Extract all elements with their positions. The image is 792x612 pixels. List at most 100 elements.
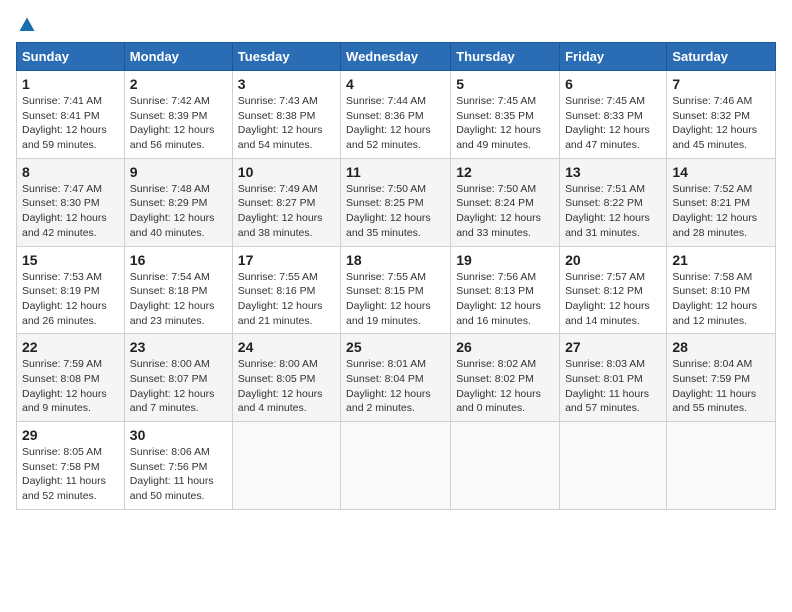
day-info: Sunrise: 7:51 AMSunset: 8:22 PMDaylight:… xyxy=(565,182,661,241)
day-info: Sunrise: 8:04 AMSunset: 7:59 PMDaylight:… xyxy=(672,357,770,416)
day-info: Sunrise: 8:06 AMSunset: 7:56 PMDaylight:… xyxy=(130,445,227,504)
day-info: Sunrise: 7:56 AMSunset: 8:13 PMDaylight:… xyxy=(456,270,554,329)
day-number: 4 xyxy=(346,76,445,92)
calendar-cell: 26Sunrise: 8:02 AMSunset: 8:02 PMDayligh… xyxy=(451,334,560,422)
calendar-cell xyxy=(232,422,340,510)
day-info: Sunrise: 7:50 AMSunset: 8:25 PMDaylight:… xyxy=(346,182,445,241)
calendar-cell: 22 Sunrise: 7:59 AMSunset: 8:08 PMDayligh… xyxy=(17,334,125,422)
logo-icon xyxy=(18,16,36,34)
day-info: Sunrise: 7:44 AMSunset: 8:36 PMDaylight:… xyxy=(346,94,445,153)
calendar-header-row: SundayMondayTuesdayWednesdayThursdayFrid… xyxy=(17,43,776,71)
day-number: 14 xyxy=(672,164,770,180)
day-number: 20 xyxy=(565,252,661,268)
day-number: 3 xyxy=(238,76,335,92)
day-info: Sunrise: 7:47 AMSunset: 8:30 PMDaylight:… xyxy=(22,182,119,241)
calendar-cell: 19 Sunrise: 7:56 AMSunset: 8:13 PMDayligh… xyxy=(451,246,560,334)
day-number: 18 xyxy=(346,252,445,268)
calendar-week-row: 22 Sunrise: 7:59 AMSunset: 8:08 PMDayligh… xyxy=(17,334,776,422)
day-number: 21 xyxy=(672,252,770,268)
calendar-cell: 24Sunrise: 8:00 AMSunset: 8:05 PMDayligh… xyxy=(232,334,340,422)
day-info: Sunrise: 7:49 AMSunset: 8:27 PMDaylight:… xyxy=(238,182,335,241)
calendar-week-row: 1 Sunrise: 7:41 AMSunset: 8:41 PMDaylight… xyxy=(17,71,776,159)
calendar-cell: 1 Sunrise: 7:41 AMSunset: 8:41 PMDaylight… xyxy=(17,71,125,159)
day-number: 13 xyxy=(565,164,661,180)
calendar-cell xyxy=(451,422,560,510)
day-info: Sunrise: 7:54 AMSunset: 8:18 PMDaylight:… xyxy=(130,270,227,329)
day-number: 29 xyxy=(22,427,119,443)
calendar-cell: 28 Sunrise: 8:04 AMSunset: 7:59 PMDayligh… xyxy=(667,334,776,422)
day-number: 5 xyxy=(456,76,554,92)
page-header xyxy=(16,16,776,34)
calendar-cell: 11 Sunrise: 7:50 AMSunset: 8:25 PMDayligh… xyxy=(341,158,451,246)
calendar-body: 1 Sunrise: 7:41 AMSunset: 8:41 PMDaylight… xyxy=(17,71,776,510)
logo xyxy=(16,16,36,34)
day-info: Sunrise: 7:43 AMSunset: 8:38 PMDaylight:… xyxy=(238,94,335,153)
calendar-week-row: 15Sunrise: 7:53 AMSunset: 8:19 PMDayligh… xyxy=(17,246,776,334)
calendar-cell: 6 Sunrise: 7:45 AMSunset: 8:33 PMDaylight… xyxy=(560,71,667,159)
day-number: 2 xyxy=(130,76,227,92)
calendar-cell: 7Sunrise: 7:46 AMSunset: 8:32 PMDaylight… xyxy=(667,71,776,159)
day-info: Sunrise: 7:41 AMSunset: 8:41 PMDaylight:… xyxy=(22,94,119,153)
weekday-header-friday: Friday xyxy=(560,43,667,71)
day-info: Sunrise: 7:50 AMSunset: 8:24 PMDaylight:… xyxy=(456,182,554,241)
day-info: Sunrise: 7:55 AMSunset: 8:15 PMDaylight:… xyxy=(346,270,445,329)
calendar-cell xyxy=(560,422,667,510)
day-info: Sunrise: 8:00 AMSunset: 8:05 PMDaylight:… xyxy=(238,357,335,416)
day-number: 28 xyxy=(672,339,770,355)
calendar-cell: 25Sunrise: 8:01 AMSunset: 8:04 PMDayligh… xyxy=(341,334,451,422)
calendar-cell: 14 Sunrise: 7:52 AMSunset: 8:21 PMDayligh… xyxy=(667,158,776,246)
calendar-cell: 5 Sunrise: 7:45 AMSunset: 8:35 PMDaylight… xyxy=(451,71,560,159)
calendar-cell: 17 Sunrise: 7:55 AMSunset: 8:16 PMDayligh… xyxy=(232,246,340,334)
calendar-cell: 16 Sunrise: 7:54 AMSunset: 8:18 PMDayligh… xyxy=(124,246,232,334)
day-info: Sunrise: 8:03 AMSunset: 8:01 PMDaylight:… xyxy=(565,357,661,416)
day-info: Sunrise: 7:59 AMSunset: 8:08 PMDaylight:… xyxy=(22,357,119,416)
day-number: 9 xyxy=(130,164,227,180)
calendar-cell xyxy=(667,422,776,510)
calendar-cell: 10 Sunrise: 7:49 AMSunset: 8:27 PMDayligh… xyxy=(232,158,340,246)
calendar-cell: 21Sunrise: 7:58 AMSunset: 8:10 PMDayligh… xyxy=(667,246,776,334)
day-number: 17 xyxy=(238,252,335,268)
calendar-week-row: 29 Sunrise: 8:05 AMSunset: 7:58 PMDayligh… xyxy=(17,422,776,510)
weekday-header-sunday: Sunday xyxy=(17,43,125,71)
calendar-cell: 3 Sunrise: 7:43 AMSunset: 8:38 PMDaylight… xyxy=(232,71,340,159)
calendar-cell: 8 Sunrise: 7:47 AMSunset: 8:30 PMDaylight… xyxy=(17,158,125,246)
calendar-cell: 29 Sunrise: 8:05 AMSunset: 7:58 PMDayligh… xyxy=(17,422,125,510)
day-info: Sunrise: 7:55 AMSunset: 8:16 PMDaylight:… xyxy=(238,270,335,329)
weekday-header-saturday: Saturday xyxy=(667,43,776,71)
day-number: 6 xyxy=(565,76,661,92)
day-info: Sunrise: 7:42 AMSunset: 8:39 PMDaylight:… xyxy=(130,94,227,153)
calendar-cell: 30Sunrise: 8:06 AMSunset: 7:56 PMDayligh… xyxy=(124,422,232,510)
weekday-header-monday: Monday xyxy=(124,43,232,71)
day-number: 1 xyxy=(22,76,119,92)
weekday-header-tuesday: Tuesday xyxy=(232,43,340,71)
day-info: Sunrise: 8:00 AMSunset: 8:07 PMDaylight:… xyxy=(130,357,227,416)
calendar-cell: 13 Sunrise: 7:51 AMSunset: 8:22 PMDayligh… xyxy=(560,158,667,246)
weekday-header-wednesday: Wednesday xyxy=(341,43,451,71)
day-number: 11 xyxy=(346,164,445,180)
day-info: Sunrise: 7:45 AMSunset: 8:33 PMDaylight:… xyxy=(565,94,661,153)
calendar-cell: 12 Sunrise: 7:50 AMSunset: 8:24 PMDayligh… xyxy=(451,158,560,246)
day-number: 19 xyxy=(456,252,554,268)
calendar-week-row: 8 Sunrise: 7:47 AMSunset: 8:30 PMDaylight… xyxy=(17,158,776,246)
day-number: 22 xyxy=(22,339,119,355)
day-number: 16 xyxy=(130,252,227,268)
weekday-header-thursday: Thursday xyxy=(451,43,560,71)
day-number: 8 xyxy=(22,164,119,180)
day-number: 27 xyxy=(565,339,661,355)
day-info: Sunrise: 7:48 AMSunset: 8:29 PMDaylight:… xyxy=(130,182,227,241)
calendar-cell: 18 Sunrise: 7:55 AMSunset: 8:15 PMDayligh… xyxy=(341,246,451,334)
day-info: Sunrise: 8:02 AMSunset: 8:02 PMDaylight:… xyxy=(456,357,554,416)
calendar-cell: 20Sunrise: 7:57 AMSunset: 8:12 PMDayligh… xyxy=(560,246,667,334)
day-number: 23 xyxy=(130,339,227,355)
day-info: Sunrise: 7:45 AMSunset: 8:35 PMDaylight:… xyxy=(456,94,554,153)
calendar-cell: 4 Sunrise: 7:44 AMSunset: 8:36 PMDaylight… xyxy=(341,71,451,159)
day-number: 12 xyxy=(456,164,554,180)
day-number: 10 xyxy=(238,164,335,180)
day-number: 25 xyxy=(346,339,445,355)
day-number: 15 xyxy=(22,252,119,268)
day-info: Sunrise: 8:05 AMSunset: 7:58 PMDaylight:… xyxy=(22,445,119,504)
day-number: 7 xyxy=(672,76,770,92)
day-info: Sunrise: 7:52 AMSunset: 8:21 PMDaylight:… xyxy=(672,182,770,241)
calendar-table: SundayMondayTuesdayWednesdayThursdayFrid… xyxy=(16,42,776,510)
calendar-cell: 27 Sunrise: 8:03 AMSunset: 8:01 PMDayligh… xyxy=(560,334,667,422)
